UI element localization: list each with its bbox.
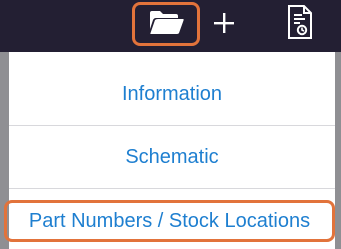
folder-button[interactable] <box>132 2 200 46</box>
menu-item-label: Part Numbers / Stock Locations <box>28 209 311 232</box>
folder-open-icon <box>146 7 186 42</box>
dimmed-overlay-right[interactable] <box>335 52 341 249</box>
menu-item-label: Information <box>121 82 223 105</box>
menu-item-information[interactable]: Information <box>9 63 335 125</box>
menu-item-schematic[interactable]: Schematic <box>9 126 335 188</box>
document-settings-icon <box>286 4 314 45</box>
screen: Information Schematic Part Numbers / Sto… <box>0 0 341 249</box>
document-button[interactable] <box>282 2 318 46</box>
divider <box>9 188 335 189</box>
menu-item-part-numbers-stock-locations[interactable]: Part Numbers / Stock Locations <box>4 200 335 242</box>
plus-icon <box>212 11 236 40</box>
menu-item-label: Schematic <box>125 145 219 168</box>
add-button[interactable] <box>209 8 239 42</box>
toolbar <box>0 0 341 52</box>
